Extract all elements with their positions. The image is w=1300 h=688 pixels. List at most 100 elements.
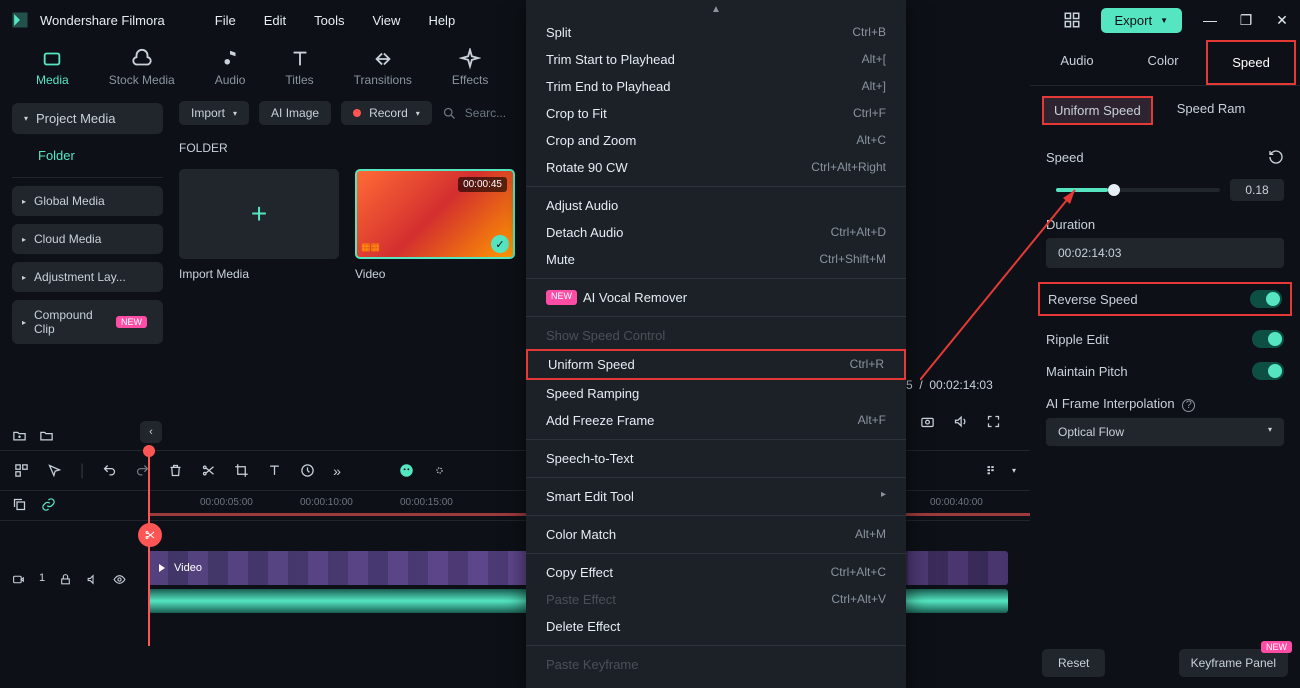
subtab-speed-ramping[interactable]: Speed Ram	[1167, 96, 1256, 125]
chevron-right-icon: ▸	[881, 489, 886, 504]
ctx-copy-effect[interactable]: Copy EffectCtrl+Alt+C	[526, 559, 906, 586]
ctx-speed-ramping[interactable]: Speed Ramping	[526, 380, 906, 407]
ctx-detach-audio[interactable]: Detach AudioCtrl+Alt+D	[526, 219, 906, 246]
snapshot-icon[interactable]	[920, 414, 935, 429]
ctx-speech-to-text[interactable]: Speech-to-Text	[526, 445, 906, 472]
video-clip-tile[interactable]: 00:00:45 ▦▦ ✓ Video	[355, 169, 515, 281]
sidebar-cloud-media[interactable]: ▸Cloud Media	[12, 224, 163, 254]
import-button[interactable]: Import▾	[179, 101, 249, 125]
rtab-color[interactable]: Color	[1120, 40, 1206, 85]
duration-input[interactable]: 00:02:14:03	[1046, 238, 1284, 268]
minimize-button[interactable]: —	[1202, 12, 1218, 28]
lock-icon[interactable]	[59, 572, 72, 587]
reset-button[interactable]: Reset	[1042, 649, 1105, 677]
fullscreen-icon[interactable]	[986, 414, 1001, 429]
ctx-delete-effect[interactable]: Delete Effect	[526, 613, 906, 640]
crop-icon[interactable]	[234, 463, 249, 478]
sparkle-icon[interactable]	[432, 463, 447, 478]
ctx-crop-fit[interactable]: Crop to FitCtrl+F	[526, 100, 906, 127]
sidebar-global-media[interactable]: ▸Global Media	[12, 186, 163, 216]
delete-icon[interactable]	[168, 463, 183, 478]
project-media-header[interactable]: ▾Project Media	[12, 103, 163, 134]
ai-assistant-icon[interactable]	[399, 463, 414, 478]
maintain-pitch-label: Maintain Pitch	[1046, 364, 1128, 379]
ai-interpolation-dropdown[interactable]: Optical Flow▾	[1046, 418, 1284, 446]
scissor-marker[interactable]	[138, 523, 162, 547]
video-track-icon[interactable]	[12, 572, 25, 587]
new-folder-icon[interactable]	[12, 428, 27, 443]
sidebar-compound-clip[interactable]: ▸Compound ClipNEW	[12, 300, 163, 344]
more-icon[interactable]: »	[333, 463, 341, 479]
rtab-speed[interactable]: Speed	[1206, 40, 1296, 85]
chevron-down-icon: ▾	[1268, 425, 1272, 439]
playhead[interactable]	[148, 451, 150, 646]
menubar: File Edit Tools View Help	[215, 13, 455, 28]
search-input[interactable]: Searc...	[442, 106, 506, 121]
chevron-down-icon[interactable]: ▾	[1012, 466, 1016, 475]
duration-label: Duration	[1046, 217, 1284, 232]
new-badge: NEW	[116, 316, 147, 328]
sidebar-adjustment-layer[interactable]: ▸Adjustment Lay...	[12, 262, 163, 292]
tab-stock-media[interactable]: Stock Media	[89, 48, 195, 87]
mute-track-icon[interactable]	[86, 572, 99, 587]
reset-icon[interactable]	[1268, 149, 1284, 165]
folder-tab[interactable]: Folder	[12, 134, 163, 178]
ctx-ai-vocal-remover[interactable]: NEWAI Vocal Remover	[526, 284, 906, 311]
chevron-down-icon: ▼	[1160, 16, 1168, 25]
reverse-speed-toggle[interactable]	[1250, 290, 1282, 308]
tab-titles[interactable]: Titles	[265, 48, 333, 87]
ctx-rotate[interactable]: Rotate 90 CWCtrl+Alt+Right	[526, 154, 906, 181]
speed-slider[interactable]	[1056, 188, 1220, 192]
menu-tools[interactable]: Tools	[314, 13, 344, 28]
reverse-speed-row: Reverse Speed	[1038, 282, 1292, 316]
ctx-color-match[interactable]: Color MatchAlt+M	[526, 521, 906, 548]
ctx-trim-start[interactable]: Trim Start to PlayheadAlt+[	[526, 46, 906, 73]
folder-icon[interactable]	[39, 428, 54, 443]
keyframe-panel-button[interactable]: Keyframe PanelNEW	[1179, 649, 1288, 677]
subtab-uniform-speed[interactable]: Uniform Speed	[1042, 96, 1153, 125]
record-button[interactable]: Record▾	[341, 101, 432, 125]
ctx-adjust-audio[interactable]: Adjust Audio	[526, 192, 906, 219]
speed-value[interactable]: 0.18	[1230, 179, 1284, 201]
rtab-audio[interactable]: Audio	[1034, 40, 1120, 85]
ctx-trim-end[interactable]: Trim End to PlayheadAlt+]	[526, 73, 906, 100]
list-view-icon[interactable]	[985, 463, 1000, 478]
menu-view[interactable]: View	[372, 13, 400, 28]
ctx-split[interactable]: SplitCtrl+B	[526, 19, 906, 46]
maintain-pitch-toggle[interactable]	[1252, 362, 1284, 380]
import-media-tile[interactable]: + Import Media	[179, 169, 339, 281]
cursor-icon[interactable]	[47, 463, 62, 478]
collapse-sidebar-button[interactable]: ‹	[140, 421, 162, 443]
eye-icon[interactable]	[113, 572, 126, 587]
volume-icon[interactable]	[953, 414, 968, 429]
ai-image-button[interactable]: AI Image	[259, 101, 331, 125]
tab-audio[interactable]: Audio	[195, 48, 266, 87]
maximize-button[interactable]: ❐	[1238, 12, 1254, 29]
duration-badge: 00:00:45	[458, 177, 507, 192]
scissors-icon[interactable]	[201, 463, 216, 478]
undo-icon[interactable]	[102, 463, 117, 478]
menu-help[interactable]: Help	[428, 13, 455, 28]
ctx-mute[interactable]: MuteCtrl+Shift+M	[526, 246, 906, 273]
app-title: Wondershare Filmora	[40, 13, 165, 28]
export-button[interactable]: Export▼	[1101, 8, 1183, 33]
text-icon[interactable]	[267, 463, 282, 478]
ctx-uniform-speed[interactable]: Uniform SpeedCtrl+R	[526, 349, 906, 380]
tab-effects[interactable]: Effects	[432, 48, 508, 87]
menu-file[interactable]: File	[215, 13, 236, 28]
ctx-add-freeze-frame[interactable]: Add Freeze FrameAlt+F	[526, 407, 906, 434]
close-button[interactable]: ✕	[1274, 12, 1290, 29]
tab-media[interactable]: Media	[16, 48, 89, 87]
speed-label: Speed	[1046, 150, 1084, 165]
grid-icon[interactable]	[1063, 11, 1081, 29]
grid-icon[interactable]	[14, 463, 29, 478]
ctx-crop-zoom[interactable]: Crop and ZoomAlt+C	[526, 127, 906, 154]
tab-transitions[interactable]: Transitions	[334, 48, 432, 87]
search-icon	[442, 106, 457, 121]
ripple-edit-toggle[interactable]	[1252, 330, 1284, 348]
ctx-smart-edit-tool[interactable]: Smart Edit Tool▸	[526, 483, 906, 510]
speed-icon[interactable]	[300, 463, 315, 478]
help-icon[interactable]: ?	[1182, 399, 1195, 412]
scroll-up-icon[interactable]: ▲	[526, 0, 906, 19]
menu-edit[interactable]: Edit	[264, 13, 286, 28]
